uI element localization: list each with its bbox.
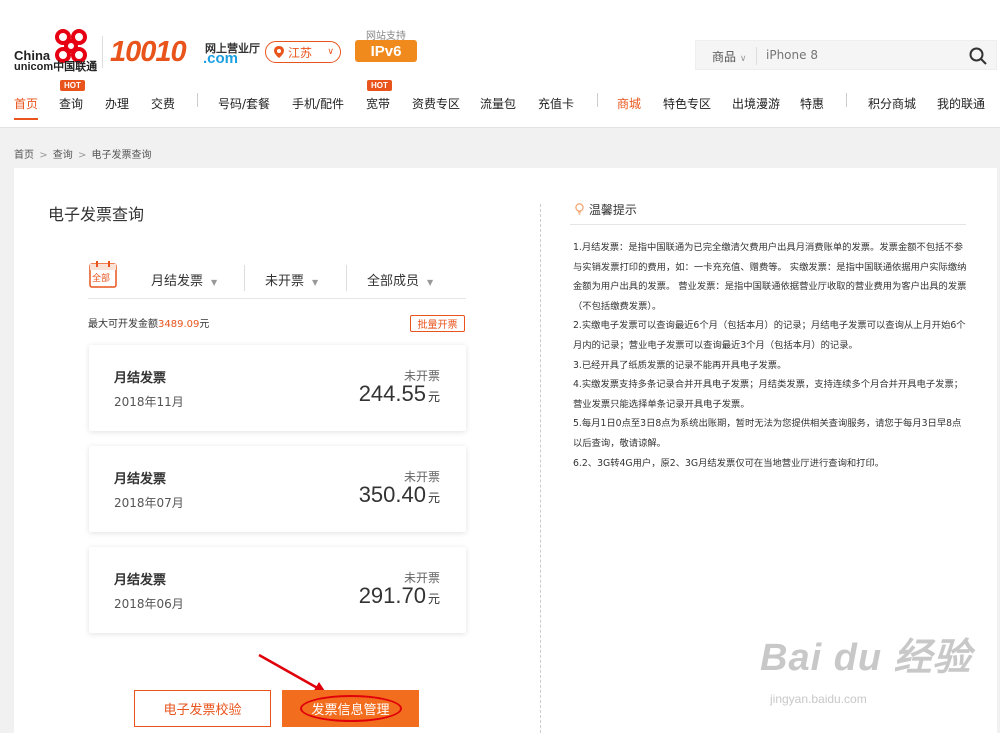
search-input[interactable] xyxy=(766,41,956,69)
max-amount-unit: 元 xyxy=(199,319,210,330)
invoice-card[interactable]: 月结发票 2018年11月 未开票 244.55 元 xyxy=(89,345,466,431)
breadcrumb-current: 电子发票查询 xyxy=(91,150,152,161)
nav-number-plan[interactable]: 号码/套餐 xyxy=(218,95,270,112)
tips-title: 温馨提示 xyxy=(588,203,637,217)
invoice-verify-button[interactable]: 电子发票校验 xyxy=(134,690,271,727)
filter-invoice-type[interactable]: 月结发票 ▼ xyxy=(151,270,217,289)
filter-divider xyxy=(244,265,245,291)
nav-roaming[interactable]: 出境漫游 xyxy=(732,95,780,112)
max-amount-label: 最大可开发金额 xyxy=(88,319,158,330)
invoice-amount: 244.55 元 xyxy=(358,381,440,406)
nav-mall[interactable]: 商城 xyxy=(617,95,641,112)
breadcrumb-query[interactable]: 查询 xyxy=(53,150,73,161)
nav-tariff-zone[interactable]: 资费专区 xyxy=(412,95,460,112)
invoice-card[interactable]: 月结发票 2018年07月 未开票 350.40 元 xyxy=(89,446,466,532)
filter-all-label: 全部 xyxy=(92,274,111,284)
hot-badge: HOT xyxy=(367,80,392,91)
logo-text-unicom: unicom中国联通 xyxy=(14,61,98,73)
nav-divider xyxy=(597,93,598,107)
filter-underline xyxy=(88,298,466,299)
nav-phone-accessory[interactable]: 手机/配件 xyxy=(292,95,344,112)
search-category-select[interactable]: 商品 ∨ xyxy=(712,48,746,65)
search-divider xyxy=(756,47,757,65)
nav-divider xyxy=(197,93,198,107)
triangle-down-icon: ▼ xyxy=(312,278,319,287)
breadcrumb-separator: > xyxy=(39,150,48,161)
annotation-circle xyxy=(300,695,402,722)
invoice-date: 2018年07月 xyxy=(114,496,184,510)
page-title: 电子发票查询 xyxy=(48,205,145,224)
province-label: 江苏 xyxy=(288,45,313,60)
batch-invoice-button[interactable]: 批量开票 xyxy=(410,315,465,332)
nav-handle[interactable]: 办理 xyxy=(105,95,129,112)
lightbulb-icon xyxy=(575,203,584,215)
nav-my-unicom[interactable]: 我的联通 xyxy=(937,95,985,112)
nav-divider xyxy=(846,93,847,107)
max-amount-value: 3489.09 xyxy=(158,319,200,330)
search-icon[interactable] xyxy=(968,46,988,66)
tip-item: 3.已经开具了纸质发票的记录不能再开具电子发票。 xyxy=(573,359,787,371)
chevron-down-icon: ∨ xyxy=(327,47,334,57)
filter-status[interactable]: 未开票 ▼ xyxy=(265,270,318,289)
tips-divider xyxy=(570,224,966,225)
invoice-name: 月结发票 xyxy=(114,371,167,386)
logo-divider xyxy=(102,36,103,68)
nav-recharge-card[interactable]: 充值卡 xyxy=(538,95,574,112)
calendar-icon[interactable]: 全部 xyxy=(89,260,117,288)
filter-member[interactable]: 全部成员 ▼ xyxy=(367,270,433,289)
invoice-name: 月结发票 xyxy=(114,573,167,588)
breadcrumb-home[interactable]: 首页 xyxy=(14,150,34,161)
invoice-info-manage-button[interactable]: 发票信息管理 xyxy=(282,690,419,727)
tip-item: 2.实缴电子发票可以查询最近6个月（包括本月）的记录；月结电子发票可以查询从上月… xyxy=(573,320,966,351)
invoice-card[interactable]: 月结发票 2018年06月 未开票 291.70 元 xyxy=(89,547,466,633)
nav-broadband[interactable]: 宽带 xyxy=(366,95,390,112)
ipv6-badge: IPv6 xyxy=(355,40,417,62)
max-amount-text: 最大可开发金额3489.09元 xyxy=(88,315,209,330)
tip-item: 6.2、3G转4G用户，原2、3G月结发票仅可在当地营业厅进行查询和打印。 xyxy=(573,457,885,469)
nav-home[interactable]: 首页 xyxy=(14,95,39,120)
triangle-down-icon: ▼ xyxy=(211,278,218,287)
brand-number[interactable]: 10010 xyxy=(110,36,187,69)
nav-special-offer[interactable]: 特惠 xyxy=(800,95,824,112)
hot-badge: HOT xyxy=(60,80,85,91)
tip-item: 1.月结发票：是指中国联通为已完全缴清欠费用户出具月消费账单的发票。发票金额不包… xyxy=(573,242,967,312)
search-bar: 商品 ∨ xyxy=(695,40,997,70)
tip-item: 4.实缴发票支持多条记录合并开具电子发票；月结类发票，支持连续多个月合并开具电子… xyxy=(573,379,964,410)
baidu-watermark-url: jingyan.baidu.com xyxy=(770,692,867,706)
breadcrumb-separator: > xyxy=(77,150,87,161)
location-pin-icon xyxy=(274,46,284,58)
invoice-date: 2018年06月 xyxy=(114,597,184,611)
tips-heading: 温馨提示 xyxy=(574,201,637,218)
invoice-amount: 350.40 元 xyxy=(358,482,440,507)
nav-data-pack[interactable]: 流量包 xyxy=(480,95,516,112)
nav-query[interactable]: 查询 xyxy=(59,95,83,112)
invoice-amount: 291.70 元 xyxy=(358,583,440,608)
nav-points-mall[interactable]: 积分商城 xyxy=(868,95,916,112)
breadcrumb: 首页 > 查询 > 电子发票查询 xyxy=(14,146,152,161)
tip-item: 5.每月1日0点至3日8点为系统出账期，暂时无法为您提供相关查询服务，请您于每月… xyxy=(573,418,962,449)
filter-divider xyxy=(346,265,347,291)
nav-featured[interactable]: 特色专区 xyxy=(663,95,711,112)
panel-divider xyxy=(540,204,541,733)
baidu-watermark: Bai du 经验 xyxy=(760,637,972,679)
invoice-name: 月结发票 xyxy=(114,472,167,487)
brand-domain: .com xyxy=(203,50,239,67)
province-selector[interactable]: 江苏 ∨ xyxy=(265,41,341,63)
invoice-date: 2018年11月 xyxy=(114,395,184,409)
chevron-down-icon: ∨ xyxy=(739,54,747,64)
tips-list: 1.月结发票：是指中国联通为已完全缴清欠费用户出具月消费账单的发票。发票金额不包… xyxy=(573,238,968,473)
nav-pay[interactable]: 交费 xyxy=(151,95,175,112)
triangle-down-icon: ▼ xyxy=(427,278,434,287)
